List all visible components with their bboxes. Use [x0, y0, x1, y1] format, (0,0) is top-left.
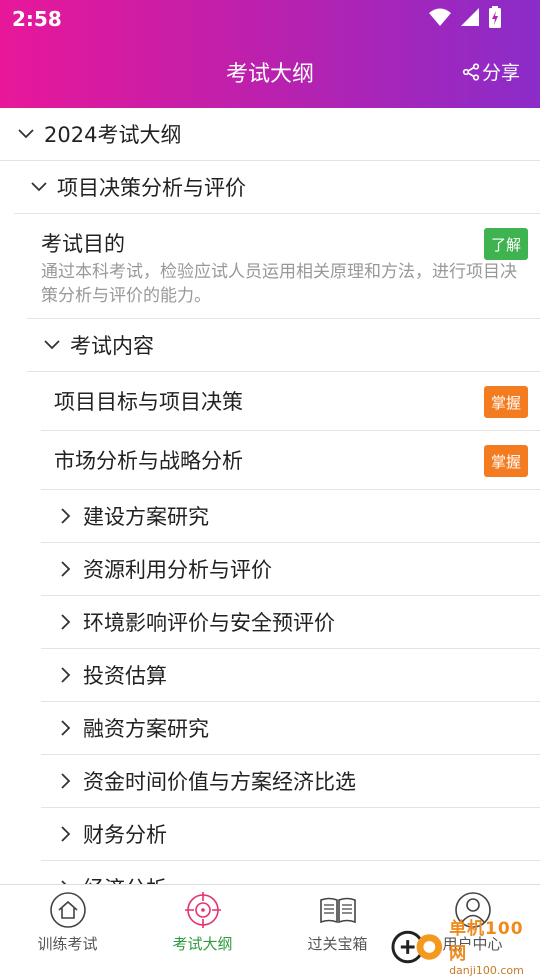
- book-icon: [319, 897, 356, 924]
- chapter-label: 投资估算: [83, 664, 167, 688]
- content-header[interactable]: 考试内容: [27, 319, 540, 372]
- tab-label: 训练考试: [37, 935, 98, 953]
- chapter-item[interactable]: 融资方案研究: [41, 702, 540, 755]
- page-title: 考试大纲: [225, 62, 314, 87]
- wifi-icon: [429, 8, 451, 26]
- chapter-label: 融资方案研究: [83, 717, 209, 741]
- chevron-down-icon: [14, 128, 38, 140]
- section-header[interactable]: 项目决策分析与评价: [14, 161, 540, 214]
- content-header-label: 考试内容: [70, 334, 154, 358]
- chapter-label: 建设方案研究: [83, 505, 209, 529]
- outline-tree: 2024考试大纲 项目决策分析与评价 考试目的 了解 通过本科考试，检验应试人员…: [0, 108, 540, 884]
- tab-label: 过关宝箱: [307, 935, 368, 953]
- tab-training[interactable]: 训练考试: [0, 885, 135, 961]
- chapter-label: 经济分析: [83, 873, 167, 885]
- list-item-label: 项目目标与项目决策: [54, 390, 243, 414]
- list-item[interactable]: 市场分析与战略分析 掌握: [41, 431, 540, 490]
- outline-root-label: 2024考试大纲: [44, 123, 182, 147]
- chapter-item[interactable]: 资金时间价值与方案经济比选: [41, 755, 540, 808]
- target-icon: [184, 892, 221, 928]
- status-time: 2:58: [12, 7, 62, 31]
- share-button[interactable]: 分享: [462, 58, 520, 85]
- signal-icon: [461, 8, 479, 26]
- watermark: 单机100网 danji100.com: [390, 914, 540, 977]
- chevron-right-icon: [53, 507, 77, 525]
- master-badge: 掌握: [484, 386, 528, 418]
- share-icon: [462, 62, 480, 81]
- chapter-item[interactable]: 投资估算: [41, 649, 540, 702]
- chapter-item[interactable]: 财务分析: [41, 808, 540, 861]
- share-label: 分享: [481, 62, 520, 84]
- chapter-item[interactable]: 环境影响评价与安全预评价: [41, 596, 540, 649]
- chevron-right-icon: [53, 719, 77, 737]
- chevron-down-icon: [27, 181, 51, 193]
- tab-label: 考试大纲: [172, 935, 233, 953]
- purpose-title: 考试目的: [41, 232, 125, 256]
- section-label: 项目决策分析与评价: [57, 176, 246, 200]
- chapter-label: 财务分析: [83, 823, 167, 847]
- chapter-item[interactable]: 建设方案研究: [41, 490, 540, 543]
- learn-badge: 了解: [484, 228, 528, 260]
- chevron-right-icon: [53, 613, 77, 631]
- watermark-text: 单机100网: [449, 919, 524, 964]
- chevron-right-icon: [53, 560, 77, 578]
- chevron-right-icon: [53, 772, 77, 790]
- chapter-item[interactable]: 资源利用分析与评价: [41, 543, 540, 596]
- master-badge: 掌握: [484, 445, 528, 477]
- purpose-description: 通过本科考试，检验应试人员运用相关原理和方法，进行项目决策分析与评价的能力。: [41, 262, 517, 306]
- watermark-sub: danji100.com: [449, 964, 524, 977]
- chevron-down-icon: [40, 339, 64, 351]
- outline-root[interactable]: 2024考试大纲: [0, 108, 540, 161]
- chevron-right-icon: [53, 666, 77, 684]
- home-icon: [49, 892, 86, 928]
- list-item-label: 市场分析与战略分析: [54, 449, 243, 473]
- app-header: 2:58 考试大纲 分享: [0, 0, 540, 108]
- chevron-right-icon: [53, 825, 77, 843]
- list-item[interactable]: 项目目标与项目决策 掌握: [41, 372, 540, 431]
- chapter-label: 环境影响评价与安全预评价: [83, 611, 335, 635]
- chapter-label: 资源利用分析与评价: [83, 558, 272, 582]
- tab-treasure[interactable]: 过关宝箱: [270, 885, 405, 961]
- battery-icon: [489, 6, 501, 28]
- chapter-label: 资金时间价值与方案经济比选: [83, 770, 356, 794]
- status-icons: [428, 6, 502, 28]
- chapter-item[interactable]: 经济分析: [41, 861, 540, 884]
- tab-outline[interactable]: 考试大纲: [135, 885, 270, 961]
